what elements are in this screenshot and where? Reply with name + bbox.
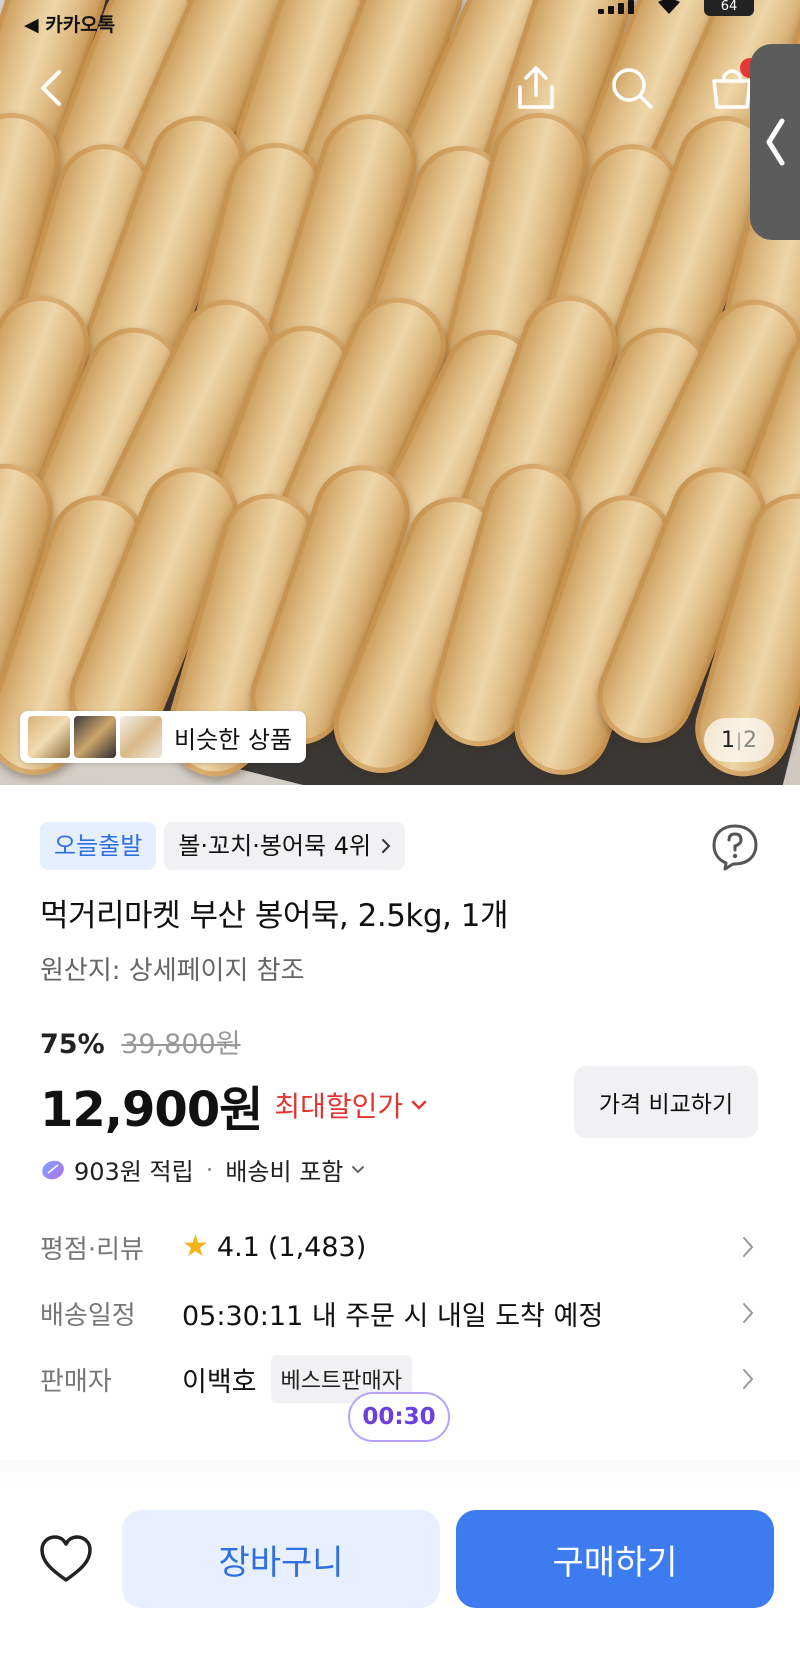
seller-name: 이백호 (182, 1366, 257, 1398)
buy-now-button[interactable]: 구매하기 (456, 1510, 774, 1608)
chevron-right-icon (743, 1303, 754, 1323)
sale-price: 12,900원 (40, 1082, 263, 1138)
similar-thumb-2 (74, 716, 116, 758)
delivery-label: 배송일정 (40, 1300, 136, 1331)
original-price: 39,800원 (121, 1029, 241, 1060)
pager-total: 2 (743, 727, 758, 753)
discount-percent: 75% (40, 1029, 105, 1060)
similar-products-label: 비슷한 상품 (174, 725, 293, 754)
similar-products-button[interactable]: 비슷한 상품 (20, 711, 306, 763)
category-rank-link[interactable]: 볼·꼬치·봉어묵 4위 (164, 822, 406, 870)
product-origin: 원산지: 상세페이지 참조 (40, 956, 305, 986)
seller-value-group: 이백호 베스트판매자 (182, 1355, 760, 1403)
product-title: 먹거리마켓 부산 봉어묵, 2.5kg, 1개 (40, 898, 509, 934)
chevron-right-icon (382, 839, 391, 853)
bottom-action-bar: 장바구니 구매하기 (0, 1484, 800, 1679)
search-icon (612, 68, 653, 109)
back-button[interactable] (22, 58, 82, 118)
product-badges: 오늘출발 볼·꼬치·봉어묵 4위 (40, 822, 406, 870)
status-indicators: 64 (598, 0, 754, 16)
similar-thumb-1 (28, 716, 70, 758)
product-image-carousel[interactable]: ◀ 카카오톡 64 비슷한 상품 1 | 2 (0, 0, 800, 785)
search-button[interactable] (602, 58, 662, 118)
delivery-schedule-row[interactable]: 배송일정 05:30:11 내 주문 시 내일 도착 예정 (40, 1288, 760, 1338)
pager-separator: | (735, 729, 743, 751)
max-discount-label: 최대할인가 (274, 1090, 404, 1123)
battery-icon: 64 (704, 0, 754, 16)
price-row: 12,900원 최대할인가 (40, 1070, 427, 1140)
cellular-signal-icon (598, 0, 634, 14)
section-divider (0, 1460, 800, 1484)
delivery-value: 05:30:11 내 주문 시 내일 도착 예정 (182, 1300, 604, 1332)
share-icon (518, 66, 554, 109)
wifi-icon (658, 0, 680, 14)
chevron-down-icon (352, 1165, 365, 1173)
star-icon: ★ (182, 1229, 209, 1264)
separator-dot: · (205, 1155, 214, 1184)
pager-current: 1 (720, 727, 735, 753)
rating-review-row[interactable]: 평점·리뷰 ★ 4.1 (1,483) (40, 1222, 760, 1272)
points-coin-icon (42, 1160, 64, 1179)
chevron-left-icon (766, 118, 785, 166)
chevron-right-icon (743, 1237, 754, 1257)
category-rank-label: 볼·꼬치·봉어묵 4위 (178, 832, 372, 860)
help-icon[interactable] (710, 822, 760, 872)
points-text: 903원 적립 (74, 1158, 194, 1186)
wishlist-heart-icon[interactable] (38, 1532, 94, 1588)
status-back-app[interactable]: ◀ 카카오톡 (24, 10, 115, 37)
countdown-timer[interactable]: 00:30 (348, 1392, 450, 1442)
chevron-down-icon (411, 1100, 427, 1110)
review-count: (1,483) (267, 1231, 367, 1263)
discount-info: 75% 39,800원 (40, 1022, 241, 1061)
shipping-fee-text: 배송비 포함 (225, 1158, 344, 1186)
rating-label: 평점·리뷰 (40, 1234, 144, 1265)
price-compare-button[interactable]: 가격 비교하기 (574, 1066, 758, 1138)
rating-value: 4.1 (216, 1231, 260, 1263)
add-to-cart-button[interactable]: 장바구니 (122, 1510, 440, 1608)
seller-label: 판매자 (40, 1366, 112, 1397)
points-shipping-info[interactable]: 903원 적립 · 배송비 포함 (40, 1152, 365, 1187)
max-discount-dropdown[interactable]: 최대할인가 (274, 1085, 427, 1125)
rating-value-group: ★ 4.1 (1,483) (182, 1232, 760, 1263)
share-button[interactable] (506, 58, 566, 118)
side-panel-handle[interactable] (750, 44, 800, 240)
chevron-left-icon (41, 70, 61, 106)
similar-thumb-3 (120, 716, 162, 758)
image-pager: 1 | 2 (704, 718, 774, 762)
today-shipping-badge: 오늘출발 (40, 822, 157, 870)
chevron-right-icon (743, 1369, 754, 1389)
